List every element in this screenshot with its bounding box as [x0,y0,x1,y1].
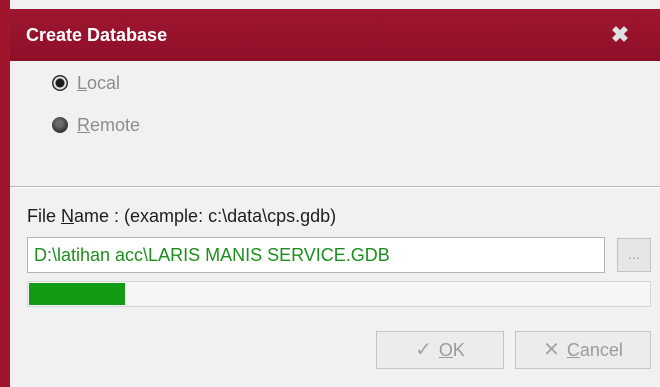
dialog-title: Create Database [26,25,168,45]
close-icon[interactable]: ✖ [606,21,634,49]
cancel-icon: ✕ [543,339,560,361]
ok-label: OK [438,339,465,360]
radio-remote[interactable]: Remote [52,113,140,137]
window-edge [0,0,10,387]
check-icon: ✓ [415,339,432,361]
radio-remote-label: Remote [77,114,141,135]
progress-bar [27,281,651,307]
progress-fill [29,283,125,305]
radio-local[interactable]: Local [52,71,120,95]
cancel-label: Cancel [566,339,623,360]
radio-unchecked-icon [52,117,68,133]
radio-checked-icon [52,75,68,91]
cancel-button[interactable]: ✕ Cancel [515,331,651,369]
title-bar[interactable]: Create Database ✖ [10,9,660,61]
dialog-body: Local Remote File Name : (example: c:\da… [10,61,660,387]
divider [10,186,660,188]
ok-button[interactable]: ✓ OK [376,331,504,369]
create-database-dialog: Create Database ✖ Local Remote File Name… [0,0,660,387]
browse-button[interactable]: ... [617,238,651,272]
radio-local-label: Local [77,72,121,93]
file-name-input[interactable] [27,237,605,273]
file-name-label: File Name : (example: c:\data\cps.gdb) [27,206,337,226]
